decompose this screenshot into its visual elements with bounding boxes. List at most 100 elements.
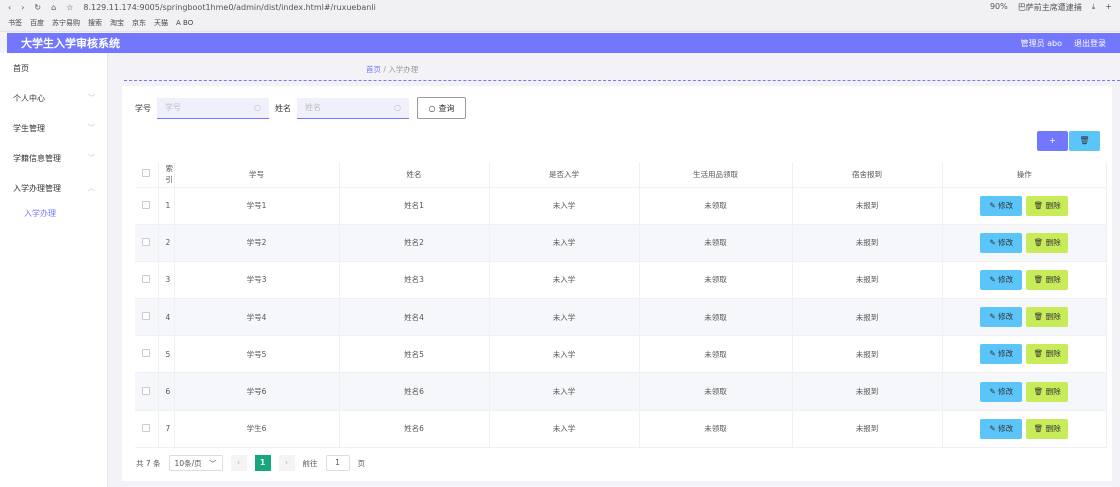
cell-name: 姓名5 bbox=[339, 335, 490, 374]
table-row: 7 学生6 姓名6 未入学 未领取 未报到 ✎ 修改 🗑 删除 bbox=[135, 410, 1107, 448]
row-checkbox[interactable] bbox=[142, 200, 151, 209]
delete-label: 删除 bbox=[1045, 237, 1061, 247]
search-icon: ○ bbox=[394, 103, 401, 112]
row-checkbox[interactable] bbox=[142, 312, 151, 321]
goto-page-input[interactable]: 1 bbox=[325, 455, 350, 471]
delete-button[interactable]: 🗑 删除 bbox=[1026, 381, 1069, 402]
bookmark[interactable]: A BO bbox=[176, 19, 193, 27]
delete-button[interactable]: 🗑 删除 bbox=[1026, 232, 1069, 253]
cell-name: 姓名6 bbox=[339, 410, 490, 448]
back-icon[interactable]: ‹ bbox=[8, 3, 11, 12]
search-icon: ○ bbox=[428, 103, 436, 113]
forward-icon[interactable]: › bbox=[21, 3, 24, 12]
edit-button[interactable]: ✎ 修改 bbox=[980, 232, 1023, 253]
delete-button[interactable]: 🗑 删除 bbox=[1026, 269, 1069, 290]
name-input[interactable]: 姓名 ○ bbox=[297, 97, 409, 119]
cell-dorm: 未报到 bbox=[792, 224, 943, 262]
bookmark[interactable]: 淘宝 bbox=[110, 18, 124, 28]
bookmark[interactable]: 书签 bbox=[8, 18, 22, 28]
page-1-button[interactable]: 1 bbox=[254, 455, 271, 471]
browser-toolbar: ‹ › ↻ ⌂ ☆ 8.129.11.174:9005/springboot1hme0/… bbox=[0, 0, 1120, 14]
sidebar-item-profile[interactable]: 个人中心 ﹀ bbox=[0, 83, 107, 113]
search-hint[interactable]: 巴萨前主席遭逮捕 bbox=[1018, 2, 1082, 13]
cell-dorm: 未报到 bbox=[792, 372, 943, 411]
batch-delete-button[interactable]: 🗑 bbox=[1069, 131, 1100, 151]
col-enrolled: 是否入学 bbox=[489, 162, 640, 188]
edit-icon: ✎ bbox=[989, 274, 996, 284]
trash-icon: 🗑 bbox=[1033, 237, 1044, 247]
row-checkbox[interactable] bbox=[142, 423, 151, 432]
edit-button[interactable]: ✎ 修改 bbox=[980, 344, 1023, 365]
goto-label: 前往 bbox=[302, 458, 318, 468]
row-checkbox[interactable] bbox=[142, 386, 151, 395]
bookmark[interactable]: 苏宁易购 bbox=[52, 18, 80, 28]
sidebar-item-label: 首页 bbox=[13, 63, 29, 73]
delete-button[interactable]: 🗑 删除 bbox=[1026, 307, 1069, 328]
bookmark[interactable]: 京东 bbox=[132, 18, 146, 28]
bookmark[interactable]: 百度 bbox=[30, 18, 44, 28]
breadcrumb-home[interactable]: 首页 bbox=[366, 65, 381, 74]
edit-button[interactable]: ✎ 修改 bbox=[980, 307, 1023, 328]
edit-label: 修改 bbox=[998, 200, 1014, 210]
home-icon[interactable]: ⌂ bbox=[51, 3, 56, 12]
reload-icon[interactable]: ↻ bbox=[34, 3, 41, 12]
enrollment-table: 索引 学号 姓名 是否入学 生活用品领取 宿舍报到 操作 1 学号1 姓名1 未入学未… bbox=[135, 162, 1107, 448]
row-checkbox[interactable] bbox=[142, 237, 151, 246]
new-tab-icon[interactable]: + bbox=[1105, 2, 1112, 13]
delete-button[interactable]: 🗑 删除 bbox=[1026, 195, 1069, 216]
bookmark[interactable]: 搜索 bbox=[88, 18, 102, 28]
sidebar-subitem-enrollment[interactable]: 入学办理 bbox=[0, 203, 107, 223]
edit-icon: ✎ bbox=[989, 349, 996, 359]
edit-button[interactable]: ✎ 修改 bbox=[980, 195, 1023, 216]
sidebar-item-students[interactable]: 学生管理 ﹀ bbox=[0, 113, 107, 143]
add-button[interactable]: + bbox=[1037, 131, 1068, 151]
user-label: 管理员 abo bbox=[1020, 38, 1062, 48]
page-unit-label: 页 bbox=[357, 458, 366, 468]
col-student-id: 学号 bbox=[174, 162, 340, 188]
row-checkbox[interactable] bbox=[142, 349, 151, 358]
delete-button[interactable]: 🗑 删除 bbox=[1026, 418, 1069, 439]
cell-supplies: 未领取 bbox=[639, 224, 793, 262]
edit-button[interactable]: ✎ 修改 bbox=[980, 418, 1023, 439]
select-all-checkbox[interactable] bbox=[142, 169, 151, 178]
table-row: 1 学号1 姓名1 未入学 未领取 未报到 ✎ 修改 🗑 删除 bbox=[135, 187, 1107, 225]
delete-button[interactable]: 🗑 删除 bbox=[1026, 344, 1069, 365]
edit-label: 修改 bbox=[998, 274, 1014, 284]
sidebar-item-enrollment[interactable]: 入学办理管理 ︿ bbox=[0, 173, 107, 203]
edit-button[interactable]: ✎ 修改 bbox=[980, 381, 1023, 402]
student-id-input[interactable]: 学号 ○ bbox=[157, 97, 269, 119]
total-count: 共 7 条 bbox=[136, 458, 161, 468]
edit-button[interactable]: ✎ 修改 bbox=[980, 269, 1023, 290]
cell-supplies: 未领取 bbox=[639, 410, 793, 448]
download-icon[interactable]: ⤓ bbox=[1092, 2, 1096, 13]
page-size-select[interactable]: 10条/页 ﹀ bbox=[168, 455, 223, 471]
star-icon[interactable]: ☆ bbox=[66, 3, 73, 12]
cell-student-id: 学生6 bbox=[174, 410, 340, 448]
cell-enrolled: 未入学 bbox=[489, 187, 640, 225]
row-checkbox[interactable] bbox=[142, 274, 151, 283]
next-page-button[interactable]: › bbox=[278, 455, 295, 471]
table-header: 索引 学号 姓名 是否入学 生活用品领取 宿舍报到 操作 bbox=[135, 162, 1107, 188]
cell-name: 姓名6 bbox=[339, 372, 490, 411]
sidebar-item-label: 学籍信息管理 bbox=[13, 153, 61, 163]
pagination: 共 7 条 10条/页 ﹀ ‹ 1 › 前往 1 页 bbox=[136, 455, 365, 471]
logout-link[interactable]: 退出登录 bbox=[1074, 38, 1106, 49]
cell-dorm: 未报到 bbox=[792, 187, 943, 225]
zoom-level[interactable]: 90% bbox=[990, 2, 1008, 13]
delete-label: 删除 bbox=[1045, 274, 1061, 284]
prev-page-button[interactable]: ‹ bbox=[230, 455, 247, 471]
cell-supplies: 未领取 bbox=[639, 261, 793, 300]
edit-label: 修改 bbox=[998, 312, 1014, 322]
col-dorm: 宿舍报到 bbox=[792, 162, 943, 188]
address-bar[interactable]: 8.129.11.174:9005/springboot1hme0/admin/… bbox=[83, 3, 980, 12]
cell-enrolled: 未入学 bbox=[489, 335, 640, 374]
bookmark[interactable]: 天猫 bbox=[154, 18, 168, 28]
query-button[interactable]: ○ 查询 bbox=[417, 97, 466, 119]
table-row: 2 学号2 姓名2 未入学 未领取 未报到 ✎ 修改 🗑 删除 bbox=[135, 224, 1107, 262]
sidebar-item-records[interactable]: 学籍信息管理 ﹀ bbox=[0, 143, 107, 173]
cell-supplies: 未领取 bbox=[639, 372, 793, 411]
search-icon: ○ bbox=[254, 103, 261, 112]
sidebar-item-label: 个人中心 bbox=[13, 93, 45, 103]
sidebar-item-home[interactable]: 首页 bbox=[0, 53, 107, 83]
cell-index: 5 bbox=[158, 335, 175, 374]
